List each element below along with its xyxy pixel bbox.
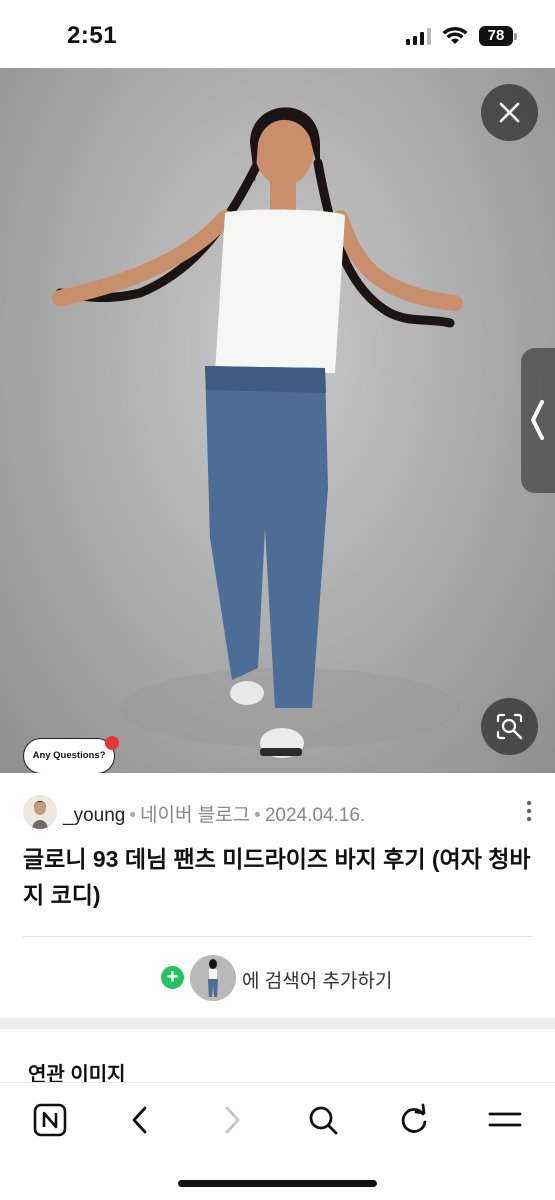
divider: [23, 936, 532, 937]
more-options-icon[interactable]: [525, 800, 533, 822]
menu-icon: [488, 1112, 522, 1127]
post-date: 2024.04.16.: [264, 805, 366, 826]
add-search-label: 에 검색어 추가하기: [242, 971, 393, 992]
wifi-icon: [442, 26, 468, 44]
add-search-term-row[interactable]: + 에 검색어 추가하기: [0, 953, 555, 1001]
naver-home-button[interactable]: [28, 1098, 72, 1142]
battery-level: 78: [479, 26, 513, 46]
thumbnail-image: [190, 955, 236, 1001]
battery-cap: [514, 33, 517, 40]
side-panel-handle[interactable]: [521, 348, 555, 493]
home-indicator[interactable]: [178, 1180, 377, 1187]
author-avatar[interactable]: [23, 795, 57, 829]
meta-separator: •: [129, 805, 136, 826]
back-icon: [132, 1106, 147, 1134]
avatar-image: [23, 795, 57, 829]
post-source[interactable]: 네이버 블로그: [140, 805, 250, 826]
lens-search-icon: [496, 713, 523, 740]
search-button[interactable]: [301, 1098, 345, 1142]
signal-icon: [406, 28, 431, 45]
status-time: 2:51: [67, 22, 118, 49]
close-icon: [499, 102, 520, 123]
refresh-button[interactable]: [392, 1098, 436, 1142]
section-gap: [0, 1018, 555, 1029]
refresh-icon: [401, 1103, 427, 1133]
post-info: _young • 네이버 블로그 • 2024.04.16. 글로니 93 데님 팬츠 …: [0, 773, 555, 1018]
battery-indicator: 78: [479, 26, 517, 46]
back-button[interactable]: [118, 1098, 162, 1142]
status-bar: 2:51 78: [0, 0, 555, 68]
chevron-left-icon: [531, 400, 544, 440]
post-meta: _young • 네이버 블로그 • 2024.04.16.: [63, 800, 365, 827]
menu-button[interactable]: [483, 1098, 527, 1142]
close-button[interactable]: [481, 84, 538, 141]
meta-separator: •: [254, 805, 261, 826]
author-name[interactable]: _young: [63, 805, 125, 826]
image-search-button[interactable]: [481, 698, 538, 755]
forward-button[interactable]: [210, 1098, 254, 1142]
plus-icon: +: [161, 966, 184, 989]
naver-home-icon: [33, 1103, 67, 1137]
notification-dot: [105, 736, 119, 750]
forward-icon: [225, 1106, 240, 1134]
any-questions-badge: Any Questions?: [23, 738, 115, 773]
main-photo[interactable]: Any Questions?: [0, 68, 555, 773]
photo-illustration: [52, 107, 463, 758]
search-term-thumbnail: [190, 955, 236, 1001]
search-icon: [309, 1106, 338, 1135]
post-title[interactable]: 글로니 93 데님 팬츠 미드라이즈 바지 후기 (여자 청바지 코디): [23, 841, 533, 913]
